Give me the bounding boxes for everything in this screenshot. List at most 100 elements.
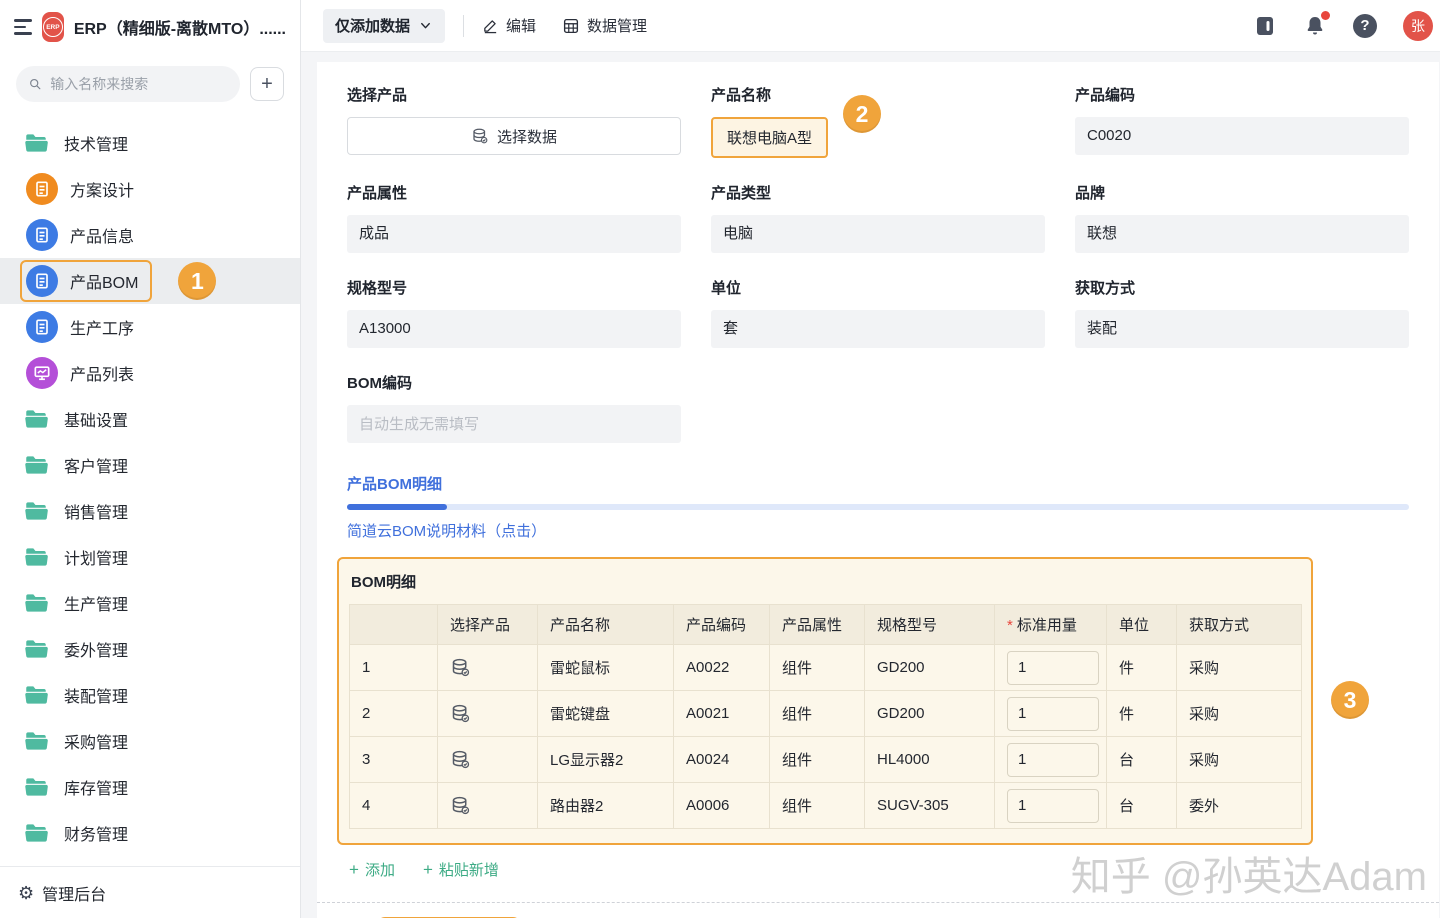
field-unit: 单位 套 <box>711 277 1045 348</box>
bom-doc-link[interactable]: 简道云BOM说明材料（点击） <box>347 520 546 541</box>
clipboard-icon <box>26 265 58 297</box>
search-input[interactable] <box>50 76 228 92</box>
sidebar-item-计划管理[interactable]: 计划管理 <box>0 534 300 580</box>
acquire-value: 装配 <box>1075 310 1409 348</box>
select-data-icon[interactable] <box>450 657 525 678</box>
paste-add-button[interactable]: +粘贴新增 <box>423 859 499 880</box>
chevron-down-icon <box>418 18 433 33</box>
sidebar-item-库存管理[interactable]: 库存管理 <box>0 764 300 810</box>
add-row-button[interactable]: +添加 <box>349 859 395 880</box>
collapse-menu-icon[interactable] <box>14 19 32 35</box>
folder-icon <box>20 820 52 846</box>
col-name: 产品名称 <box>538 605 674 645</box>
sidebar-item-采购管理[interactable]: 采购管理 <box>0 718 300 764</box>
sidebar-item-客户管理[interactable]: 客户管理 <box>0 442 300 488</box>
mode-dropdown[interactable]: 仅添加数据 <box>323 9 445 43</box>
field-spec: 规格型号 A13000 <box>347 277 681 348</box>
sidebar-item-生产管理[interactable]: 生产管理 <box>0 580 300 626</box>
row-name: LG显示器2 <box>538 737 674 783</box>
document-icon <box>26 219 58 251</box>
sidebar-item-产品列表[interactable]: 产品列表 <box>0 350 300 396</box>
col-code: 产品编码 <box>674 605 770 645</box>
sidebar-item-方案设计[interactable]: 方案设计 <box>0 166 300 212</box>
select-data-icon[interactable] <box>450 795 525 816</box>
bom-row-3: 3 LG显示器2 A0024 组件 HL4000 台 采购 <box>350 737 1302 783</box>
row-unit: 件 <box>1107 691 1177 737</box>
sidebar-search-row: + <box>0 54 300 112</box>
journal-panel-icon[interactable] <box>1253 14 1277 38</box>
bom-row-1: 1 雷蛇鼠标 A0022 组件 GD200 件 采购 <box>350 645 1302 691</box>
table-grid-icon <box>562 17 580 35</box>
main-area: 仅添加数据 编辑 数据管理 ? 张 <box>301 0 1440 918</box>
row-acquire: 采购 <box>1177 691 1302 737</box>
edit-button[interactable]: 编辑 <box>482 15 536 36</box>
col-attr: 产品属性 <box>770 605 865 645</box>
field-select-product: 选择产品 选择数据 <box>347 84 681 158</box>
sidebar-item-产品BOM[interactable]: 产品BOM 1 <box>0 258 300 304</box>
content-area: 选择产品 选择数据 产品名称 联想电脑A型 2 产品编码 C0020 <box>301 52 1440 918</box>
qty-input[interactable] <box>1007 651 1099 685</box>
database-icon <box>471 127 489 145</box>
col-acquire: 获取方式 <box>1177 605 1302 645</box>
toolbar-right: ? 张 <box>1253 11 1433 41</box>
row-acquire: 委外 <box>1177 783 1302 829</box>
qty-input[interactable] <box>1007 697 1099 731</box>
row-attr: 组件 <box>770 645 865 691</box>
sidebar-item-销售管理[interactable]: 销售管理 <box>0 488 300 534</box>
folder-icon <box>20 682 52 708</box>
row-spec: SUGV-305 <box>865 783 995 829</box>
product-form: 选择产品 选择数据 产品名称 联想电脑A型 2 产品编码 C0020 <box>347 84 1409 443</box>
col-qty: *标准用量 <box>995 605 1107 645</box>
tab-underline-track <box>347 504 1409 510</box>
table-actions: +添加 +粘贴新增 <box>349 859 1409 880</box>
row-code: A0024 <box>674 737 770 783</box>
sidebar-item-生产工序[interactable]: 生产工序 <box>0 304 300 350</box>
row-attr: 组件 <box>770 691 865 737</box>
row-acquire: 采购 <box>1177 737 1302 783</box>
sidebar-item-产品信息[interactable]: 产品信息 <box>0 212 300 258</box>
help-icon[interactable]: ? <box>1353 14 1377 38</box>
user-avatar[interactable]: 张 <box>1403 11 1433 41</box>
folder-icon <box>20 728 52 754</box>
sidebar-item-技术管理[interactable]: 技术管理 <box>0 120 300 166</box>
row-spec: GD200 <box>865 691 995 737</box>
toolbar: 仅添加数据 编辑 数据管理 ? 张 <box>301 0 1440 52</box>
plus-icon: + <box>349 860 359 880</box>
add-app-button[interactable]: + <box>250 67 284 101</box>
sidebar-item-财务管理[interactable]: 财务管理 <box>0 810 300 856</box>
sidebar-item-委外管理[interactable]: 委外管理 <box>0 626 300 672</box>
plus-icon: + <box>423 860 433 880</box>
document-icon <box>26 173 58 205</box>
sidebar-nav: 技术管理 方案设计 产品信息 产品BOM 1 生产工序 <box>0 112 300 866</box>
tab-bom-detail[interactable]: 产品BOM明细 <box>347 473 442 494</box>
bom-row-2: 2 雷蛇键盘 A0021 组件 GD200 件 采购 <box>350 691 1302 737</box>
col-select: 选择产品 <box>438 605 538 645</box>
footer-divider <box>317 902 1439 903</box>
annotation-marker-2: 2 <box>843 95 881 133</box>
select-data-icon[interactable] <box>450 749 525 770</box>
admin-backend-button[interactable]: ⚙ 管理后台 <box>0 866 300 918</box>
document-icon <box>26 311 58 343</box>
field-product-type: 产品类型 电脑 <box>711 182 1045 253</box>
sidebar-item-基础设置[interactable]: 基础设置 <box>0 396 300 442</box>
notification-bell-icon[interactable] <box>1303 14 1327 38</box>
row-attr: 组件 <box>770 737 865 783</box>
bom-detail-box: BOM明细 选择产品 产品名称 产品编码 产品属 <box>337 557 1313 845</box>
unit-value: 套 <box>711 310 1045 348</box>
qty-input[interactable] <box>1007 743 1099 777</box>
row-attr: 组件 <box>770 783 865 829</box>
col-unit: 单位 <box>1107 605 1177 645</box>
field-product-name: 产品名称 联想电脑A型 2 <box>711 84 1045 158</box>
folder-icon <box>20 406 52 432</box>
bom-code-input[interactable] <box>347 405 681 443</box>
qty-input[interactable] <box>1007 789 1099 823</box>
data-manage-button[interactable]: 数据管理 <box>562 15 647 36</box>
search-input-wrapper[interactable] <box>16 66 240 102</box>
product-code-value: C0020 <box>1075 117 1409 155</box>
notification-dot <box>1321 11 1330 20</box>
select-data-button[interactable]: 选择数据 <box>347 117 681 155</box>
select-data-icon[interactable] <box>450 703 525 724</box>
folder-icon <box>20 774 52 800</box>
field-product-code: 产品编码 C0020 <box>1075 84 1409 158</box>
sidebar-item-装配管理[interactable]: 装配管理 <box>0 672 300 718</box>
